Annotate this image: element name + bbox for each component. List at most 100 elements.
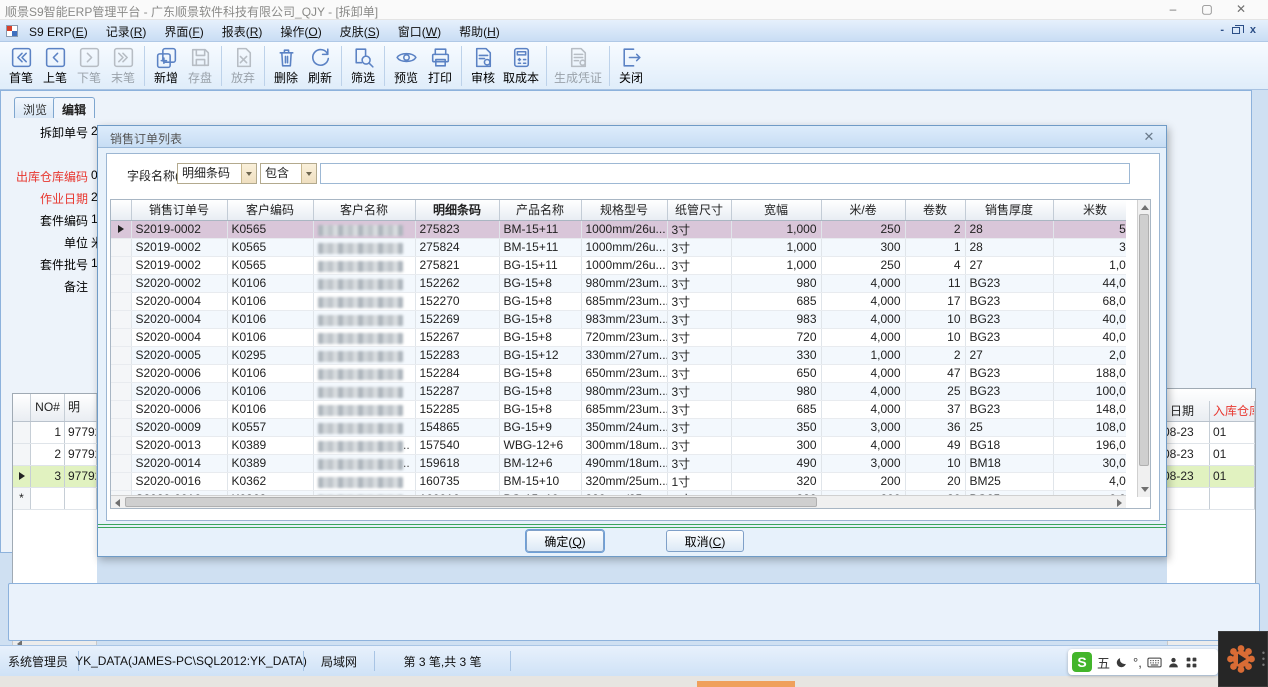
column-header[interactable]: 客户编码 xyxy=(227,200,313,220)
table-row[interactable]: S2020-0004K0106152270BG-15+8685mm/23um..… xyxy=(111,292,1126,310)
nav-last-icon xyxy=(111,45,136,70)
row-selector xyxy=(111,274,131,292)
toolbar-close-button[interactable]: 关闭 xyxy=(614,44,648,88)
hscroll-thumb[interactable] xyxy=(125,497,817,507)
table-row[interactable]: 197792 xyxy=(13,422,97,444)
toolbar-refresh-button[interactable]: 刷新 xyxy=(303,44,337,88)
menu-item-3[interactable]: 报表(R) xyxy=(213,20,272,43)
menu-item-6[interactable]: 窗口(W) xyxy=(389,20,450,43)
redacted-customer-name xyxy=(313,256,415,274)
vscroll-thumb[interactable] xyxy=(1139,214,1149,466)
table-row[interactable]: S2020-0002K0106152262BG-15+8980mm/23um..… xyxy=(111,274,1126,292)
taskbar-app-sliver[interactable] xyxy=(697,681,795,687)
table-row[interactable]: S2019-0002K0565275824BM-15+111000mm/26u.… xyxy=(111,238,1126,256)
toolbar-nav-prev-button[interactable]: 上笔 xyxy=(38,44,72,88)
column-header[interactable]: 客户名称 xyxy=(313,200,415,220)
menu-item-0[interactable]: S9 ERP(E) xyxy=(20,22,97,42)
app-icon xyxy=(6,25,18,37)
column-header[interactable]: 产品名称 xyxy=(499,200,581,220)
table-row[interactable] xyxy=(1167,488,1255,510)
footer-panel xyxy=(8,583,1260,641)
column-header[interactable]: 销售订单号 xyxy=(131,200,227,220)
table-row[interactable]: S2020-0014K0389..159618BM-12+6490mm/18um… xyxy=(111,454,1126,472)
column-header[interactable]: 明细条码 xyxy=(415,200,499,220)
scroll-down-icon[interactable] xyxy=(1141,487,1149,492)
ok-button[interactable]: 确定(Q) xyxy=(526,530,604,552)
table-row[interactable]: S2020-0013K0389..157540WBG-12+6300mm/18u… xyxy=(111,436,1126,454)
menu-item-4[interactable]: 操作(O) xyxy=(271,20,330,43)
table-row[interactable]: * xyxy=(13,488,97,510)
redacted-customer-name xyxy=(313,274,415,292)
table-row[interactable]: S2020-0016K0362160735BM-15+10320mm/25um.… xyxy=(111,472,1126,490)
table-row[interactable]: S2020-0006K0106152285BG-15+8685mm/23um..… xyxy=(111,400,1126,418)
tab-edit[interactable]: 编辑 xyxy=(53,97,95,118)
keyboard-icon[interactable] xyxy=(1147,656,1162,669)
mdi-close-icon[interactable]: x xyxy=(1250,24,1256,36)
minimize-icon[interactable]: – xyxy=(1162,0,1184,20)
media-app-tile[interactable]: ••• xyxy=(1218,631,1268,687)
chevron-down-icon[interactable] xyxy=(241,164,256,183)
dialog-close-icon[interactable]: ✕ xyxy=(1142,129,1156,145)
more-dots-icon[interactable]: ••• xyxy=(1262,650,1265,668)
mdi-minimize-icon[interactable]: - xyxy=(1220,24,1224,36)
sogou-logo-icon[interactable]: S xyxy=(1072,652,1092,672)
scroll-up-icon[interactable] xyxy=(1141,205,1149,210)
column-header[interactable]: 规格型号 xyxy=(581,200,667,220)
menu-item-1[interactable]: 记录(R) xyxy=(97,20,156,43)
grid-hscrollbar[interactable] xyxy=(111,495,1126,508)
column-header[interactable]: 纸管尺寸 xyxy=(667,200,731,220)
toolbar-filter-button[interactable]: 筛选 xyxy=(346,44,380,88)
chevron-down-icon[interactable] xyxy=(301,164,316,183)
filter-value-input[interactable] xyxy=(320,163,1130,184)
table-row[interactable]: 08-2301 xyxy=(1167,444,1255,466)
punctuation-icon[interactable]: °, xyxy=(1133,655,1142,670)
table-row[interactable]: S2020-0004K0106152267BG-15+8720mm/23um..… xyxy=(111,328,1126,346)
menu-item-5[interactable]: 皮肤(S) xyxy=(331,20,389,43)
scroll-right-icon[interactable] xyxy=(1117,499,1122,507)
orange-flower-logo-icon xyxy=(1226,644,1256,674)
table-row[interactable]: S2020-0004K0106152269BG-15+8983mm/23um..… xyxy=(111,310,1126,328)
column-header[interactable]: 宽幅 xyxy=(731,200,821,220)
moon-icon[interactable] xyxy=(1115,656,1128,669)
table-row[interactable]: S2019-0002K0565275823BM-15+111000mm/26u.… xyxy=(111,220,1126,238)
wubi-mode-icon[interactable]: 五 xyxy=(1097,653,1110,672)
toolbar-cost-button[interactable]: 取成本 xyxy=(500,44,542,88)
table-row[interactable]: S2020-0006K0106152287BG-15+8980mm/23um..… xyxy=(111,382,1126,400)
column-header[interactable]: 米/卷 xyxy=(821,200,905,220)
toolbar-nav-first-button[interactable]: 首笔 xyxy=(4,44,38,88)
table-row[interactable]: S2020-0005K0295152283BG-15+12330mm/27um.… xyxy=(111,346,1126,364)
toolbar-delete-button[interactable]: 删除 xyxy=(269,44,303,88)
maximize-icon[interactable]: ▢ xyxy=(1196,0,1218,20)
toolbox-grid-icon[interactable] xyxy=(1185,656,1198,669)
column-header[interactable]: 卷数 xyxy=(905,200,965,220)
table-row[interactable]: 397792 xyxy=(13,466,97,488)
filter-field-select[interactable]: 明细条码 xyxy=(177,163,257,184)
toolbar-button-label: 上笔 xyxy=(43,71,67,85)
close-icon[interactable]: ✕ xyxy=(1230,0,1252,20)
toolbar-print-button[interactable]: 打印 xyxy=(423,44,457,88)
redacted-customer-name xyxy=(313,472,415,490)
menu-item-7[interactable]: 帮助(H) xyxy=(450,20,509,43)
scroll-left-icon[interactable] xyxy=(115,499,120,507)
mdi-restore-icon[interactable] xyxy=(1232,24,1240,36)
menu-item-2[interactable]: 界面(F) xyxy=(155,20,212,43)
toolbar-button-label: 预览 xyxy=(394,71,418,85)
toolbar-new-button[interactable]: 新增 xyxy=(149,44,183,88)
column-header[interactable] xyxy=(111,200,131,220)
row-selector xyxy=(111,472,131,490)
cancel-button[interactable]: 取消(C) xyxy=(666,530,744,552)
grid-vscrollbar[interactable] xyxy=(1137,200,1150,497)
column-header[interactable]: 销售厚度 xyxy=(965,200,1053,220)
table-row[interactable]: S2019-0002K0565275821BG-15+111000mm/26u.… xyxy=(111,256,1126,274)
table-row[interactable]: S2020-0006K0106152284BG-15+8650mm/23um..… xyxy=(111,364,1126,382)
table-row[interactable]: S2020-0009K0557154865BG-15+9350mm/24um..… xyxy=(111,418,1126,436)
filter-operator-select[interactable]: 包含 xyxy=(260,163,317,184)
column-header[interactable]: 米数 xyxy=(1053,200,1126,220)
tab-browse[interactable]: 浏览 xyxy=(14,97,56,118)
table-row[interactable]: 08-2301 xyxy=(1167,422,1255,444)
table-row[interactable]: 297792 xyxy=(13,444,97,466)
person-icon[interactable] xyxy=(1167,656,1180,669)
toolbar-audit-button[interactable]: 审核 xyxy=(466,44,500,88)
table-row[interactable]: 08-2301 xyxy=(1167,466,1255,488)
toolbar-preview-button[interactable]: 预览 xyxy=(389,44,423,88)
